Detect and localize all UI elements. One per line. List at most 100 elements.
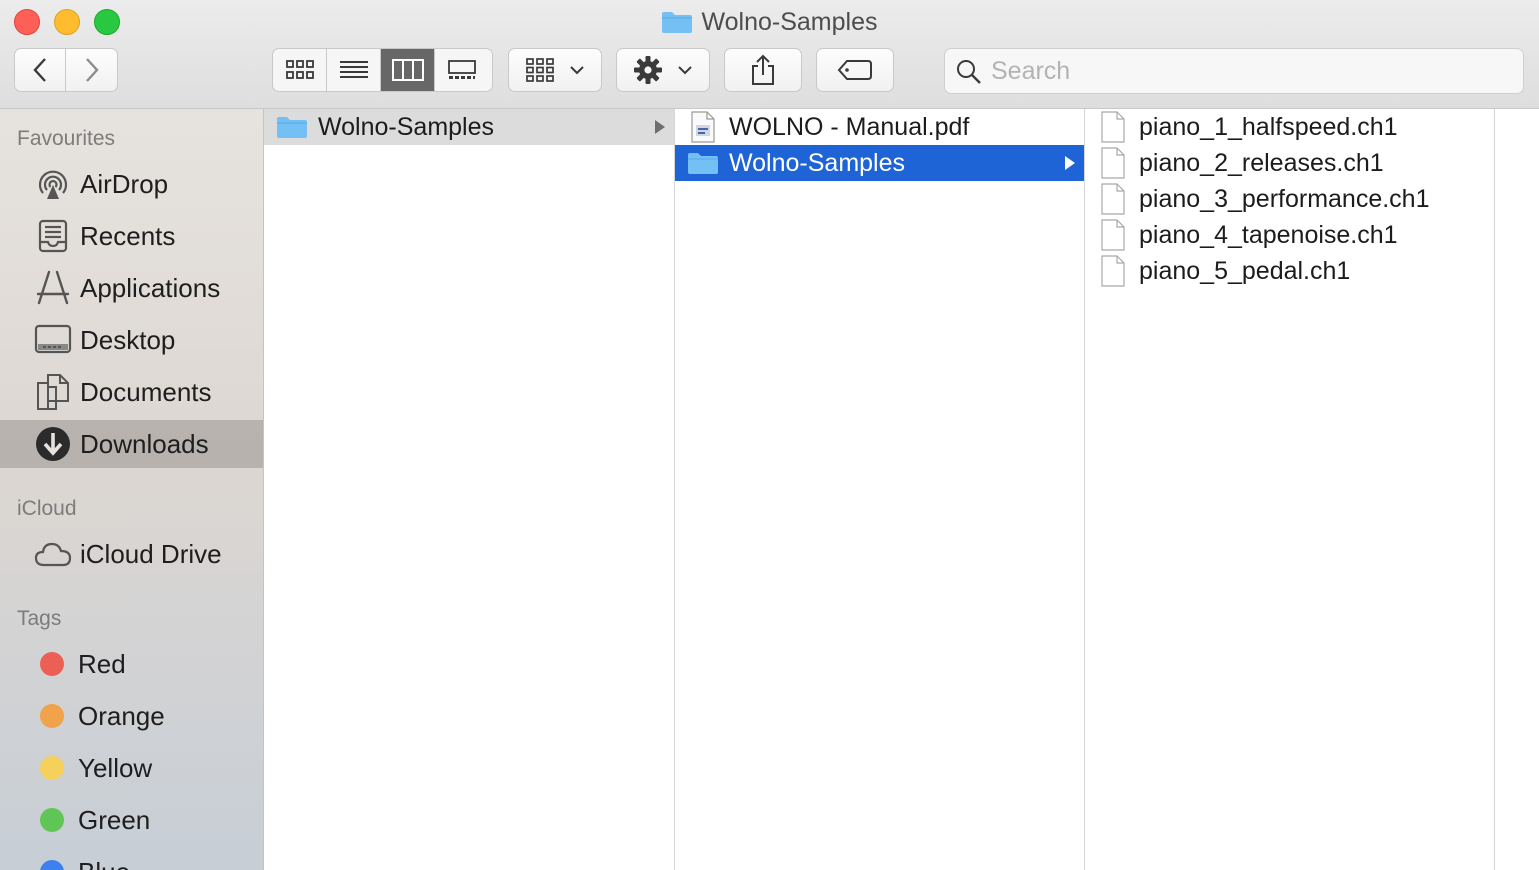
sidebar-item-label: Recents bbox=[80, 220, 176, 251]
document-icon bbox=[1097, 111, 1129, 143]
pdf-file-icon bbox=[687, 111, 719, 143]
tag-icon bbox=[837, 60, 872, 80]
browser-column-3: piano_1_halfspeed.ch1 piano_2_releases.c… bbox=[1085, 109, 1495, 870]
sidebar-item-documents[interactable]: Documents bbox=[0, 368, 263, 416]
item-name: piano_2_releases.ch1 bbox=[1139, 148, 1384, 177]
sidebar-tag-blue[interactable]: Blue bbox=[0, 848, 263, 870]
gallery-view-icon bbox=[448, 60, 476, 79]
chevron-left-icon bbox=[33, 58, 46, 82]
disclosure-arrow-icon bbox=[1065, 156, 1075, 170]
chevron-right-icon bbox=[85, 58, 99, 82]
edit-tags-button[interactable] bbox=[816, 48, 894, 92]
document-icon bbox=[1097, 219, 1129, 251]
window-title: Wolno-Samples bbox=[0, 6, 1539, 42]
icon-view-icon bbox=[285, 60, 314, 79]
sidebar: Favourites AirDrop Recents Applications … bbox=[0, 109, 264, 870]
sidebar-tag-label: Orange bbox=[78, 700, 165, 731]
list-item[interactable]: piano_2_releases.ch1 bbox=[1085, 145, 1494, 181]
list-item[interactable]: piano_4_tapenoise.ch1 bbox=[1085, 217, 1494, 253]
sidebar-item-downloads[interactable]: Downloads bbox=[0, 420, 263, 468]
list-item[interactable]: piano_5_pedal.ch1 bbox=[1085, 253, 1494, 289]
item-name: piano_1_halfspeed.ch1 bbox=[1139, 112, 1398, 141]
column-view-button[interactable] bbox=[381, 49, 435, 91]
list-item[interactable]: piano_1_halfspeed.ch1 bbox=[1085, 109, 1494, 145]
list-item[interactable]: piano_3_performance.ch1 bbox=[1085, 181, 1494, 217]
desktop-icon bbox=[34, 321, 72, 359]
sidebar-header-icloud: iCloud bbox=[17, 497, 77, 520]
recents-icon bbox=[34, 217, 72, 255]
gallery-view-button[interactable] bbox=[435, 49, 489, 91]
sidebar-item-label: AirDrop bbox=[80, 168, 169, 199]
forward-button[interactable] bbox=[66, 49, 117, 91]
finder-window: Wolno-Samples Search Favourites AirDrop … bbox=[0, 0, 1539, 870]
sidebar-tag-red[interactable]: Red bbox=[0, 640, 263, 688]
green-tag-dot-icon bbox=[40, 808, 64, 832]
list-view-button[interactable] bbox=[327, 49, 381, 91]
search-input[interactable] bbox=[991, 49, 1511, 93]
list-item[interactable]: WOLNO - Manual.pdf bbox=[675, 109, 1084, 145]
sidebar-item-label: Documents bbox=[80, 376, 212, 407]
item-name: Wolno-Samples bbox=[318, 112, 495, 141]
list-item[interactable]: Wolno-Samples bbox=[675, 145, 1084, 181]
list-item[interactable]: Wolno-Samples bbox=[264, 109, 674, 145]
applications-icon bbox=[34, 269, 72, 307]
chevron-down-icon bbox=[678, 66, 692, 75]
sidebar-tag-label: Blue bbox=[78, 857, 130, 870]
item-name: Wolno-Samples bbox=[729, 148, 906, 177]
browser-column-4 bbox=[1495, 109, 1539, 870]
group-by-button[interactable] bbox=[508, 48, 602, 92]
group-grid-icon bbox=[526, 58, 554, 82]
sidebar-tag-orange[interactable]: Orange bbox=[0, 692, 263, 740]
disclosure-arrow-icon bbox=[655, 120, 665, 134]
share-button[interactable] bbox=[724, 48, 802, 92]
folder-icon bbox=[276, 115, 308, 139]
sidebar-item-label: Applications bbox=[80, 272, 221, 303]
sidebar-tag-green[interactable]: Green bbox=[0, 796, 263, 844]
orange-tag-dot-icon bbox=[40, 704, 64, 728]
sidebar-item-recents[interactable]: Recents bbox=[0, 212, 263, 260]
action-menu-button[interactable] bbox=[616, 48, 710, 92]
browser-column-2: WOLNO - Manual.pdf Wolno-Samples bbox=[675, 109, 1085, 870]
blue-tag-dot-icon bbox=[40, 860, 64, 870]
document-icon bbox=[1097, 255, 1129, 287]
icon-view-button[interactable] bbox=[273, 49, 327, 91]
item-name: piano_5_pedal.ch1 bbox=[1139, 256, 1351, 285]
red-tag-dot-icon bbox=[40, 652, 64, 676]
yellow-tag-dot-icon bbox=[40, 756, 64, 780]
sidebar-tag-label: Green bbox=[78, 804, 151, 835]
gear-icon bbox=[634, 56, 662, 84]
list-view-icon bbox=[339, 61, 368, 78]
sidebar-item-label: iCloud Drive bbox=[80, 538, 222, 569]
folder-icon bbox=[661, 10, 693, 42]
chevron-down-icon bbox=[570, 66, 584, 75]
search-icon bbox=[957, 60, 981, 84]
sidebar-item-label: Desktop bbox=[80, 324, 176, 355]
sidebar-tag-label: Yellow bbox=[78, 752, 153, 783]
sidebar-item-applications[interactable]: Applications bbox=[0, 264, 263, 312]
sidebar-item-label: Downloads bbox=[80, 428, 209, 459]
document-icon bbox=[1097, 147, 1129, 179]
documents-icon bbox=[34, 373, 72, 411]
item-name: piano_3_performance.ch1 bbox=[1139, 184, 1430, 213]
sidebar-item-airdrop[interactable]: AirDrop bbox=[0, 160, 263, 208]
back-button[interactable] bbox=[15, 49, 67, 91]
cloud-icon bbox=[34, 535, 72, 573]
item-name: WOLNO - Manual.pdf bbox=[729, 112, 970, 141]
sidebar-tag-yellow[interactable]: Yellow bbox=[0, 744, 263, 792]
browser-column-1: Wolno-Samples bbox=[264, 109, 675, 870]
item-name: piano_4_tapenoise.ch1 bbox=[1139, 220, 1398, 249]
sidebar-header-tags: Tags bbox=[17, 607, 62, 630]
share-icon bbox=[752, 54, 774, 85]
view-mode-control bbox=[272, 48, 493, 92]
folder-icon bbox=[687, 151, 719, 175]
document-icon bbox=[1097, 183, 1129, 215]
sidebar-header-favourites: Favourites bbox=[17, 127, 116, 150]
navigation-buttons bbox=[14, 48, 118, 92]
downloads-icon bbox=[34, 425, 72, 463]
title-bar: Wolno-Samples bbox=[0, 0, 1539, 109]
sidebar-item-icloud-drive[interactable]: iCloud Drive bbox=[0, 530, 263, 578]
window-title-text: Wolno-Samples bbox=[701, 8, 878, 36]
sidebar-tag-label: Red bbox=[78, 648, 126, 679]
search-field[interactable] bbox=[944, 48, 1524, 94]
sidebar-item-desktop[interactable]: Desktop bbox=[0, 316, 263, 364]
